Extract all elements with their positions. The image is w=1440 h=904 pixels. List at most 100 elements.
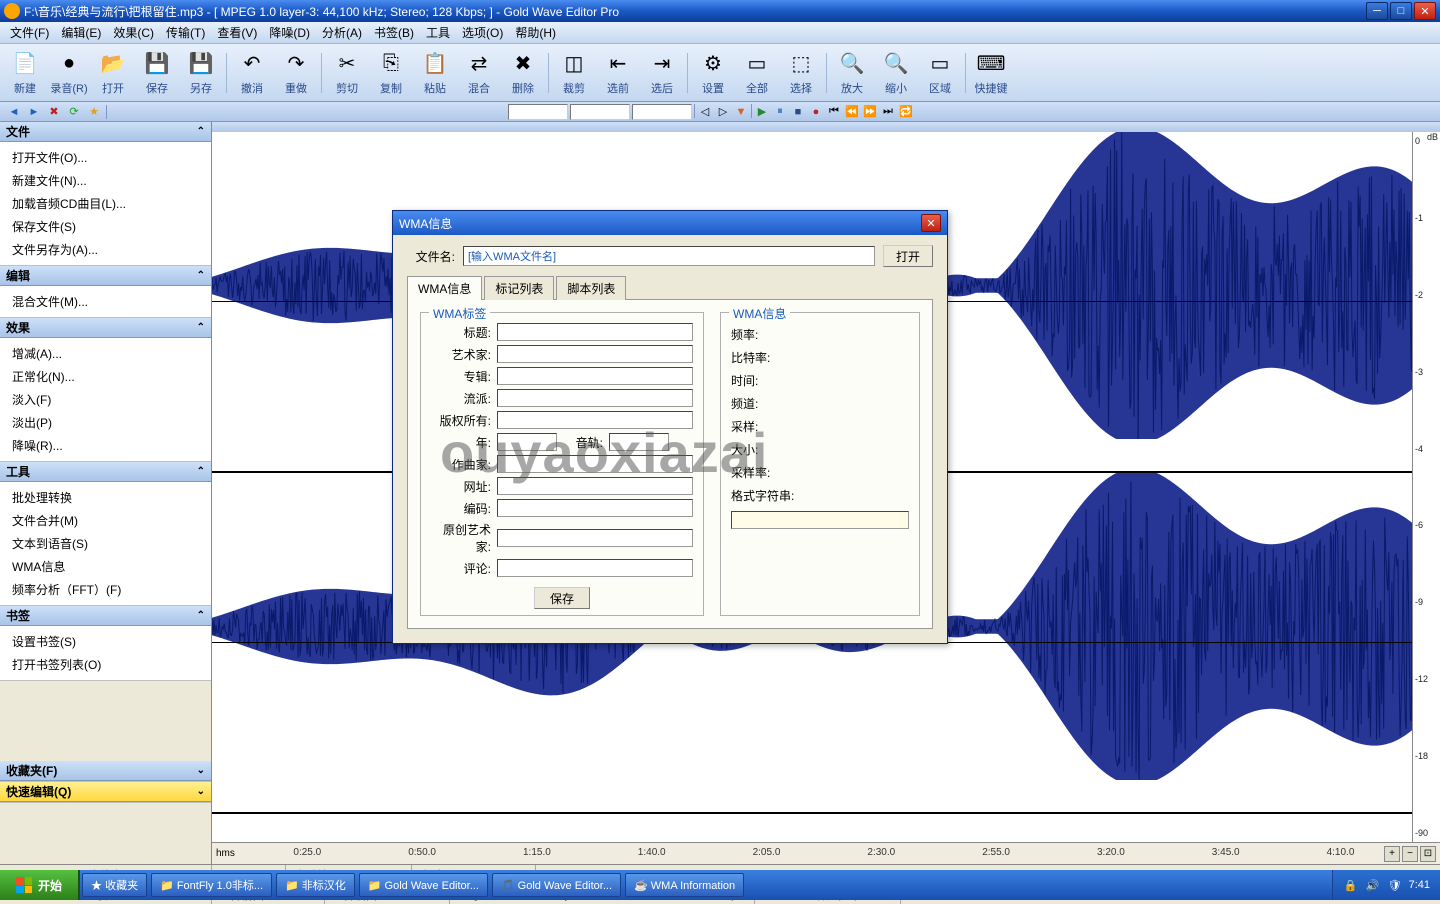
sidebar-item[interactable]: 文件合并(M) [0, 509, 211, 532]
copyright-input[interactable] [497, 411, 693, 429]
toolbar-全部[interactable]: ▭全部 [736, 46, 778, 100]
taskbar-item[interactable]: ☕ WMA Information [625, 873, 744, 897]
toolbar-放大[interactable]: 🔍放大 [831, 46, 873, 100]
maximize-button[interactable]: □ [1390, 2, 1412, 20]
composer-input[interactable] [497, 455, 693, 473]
toolbar-剪切[interactable]: ✂剪切 [326, 46, 368, 100]
toolbar-选后[interactable]: ⇥选后 [641, 46, 683, 100]
mark-set-icon[interactable]: ▼ [733, 104, 749, 120]
save-button[interactable]: 保存 [534, 587, 590, 609]
minimize-button[interactable]: ─ [1366, 2, 1388, 20]
tab-wma-info[interactable]: WMA信息 [407, 276, 482, 300]
taskbar-item[interactable]: ★ 收藏夹 [82, 873, 147, 897]
chevron-icon[interactable]: ⌃ [197, 322, 205, 333]
toolbar-裁剪[interactable]: ◫裁剪 [553, 46, 595, 100]
menu-analyze[interactable]: 分析(A) [316, 22, 368, 43]
sidebar-item[interactable]: 淡入(F) [0, 388, 211, 411]
chevron-icon[interactable]: ⌃ [197, 466, 205, 477]
zoom-out-icon[interactable]: − [1402, 846, 1418, 862]
sidebar-item[interactable]: 正常化(N)... [0, 365, 211, 388]
sidebar-item[interactable]: 打开书签列表(O) [0, 653, 211, 676]
sidebar-item[interactable]: 打开文件(O)... [0, 146, 211, 169]
nav-fav-icon[interactable]: ★ [86, 104, 102, 120]
menu-bookmarks[interactable]: 书签(B) [368, 22, 420, 43]
origartist-input[interactable] [497, 529, 693, 547]
sidebar-item[interactable]: WMA信息 [0, 555, 211, 578]
mark-right-icon[interactable]: ▷ [715, 104, 731, 120]
nav-stop-icon[interactable]: ✖ [46, 104, 62, 120]
sidebar-item[interactable]: 文件另存为(A)... [0, 238, 211, 261]
toolbar-录音(R)[interactable]: ●录音(R) [48, 46, 90, 100]
forward-icon[interactable]: ⏩ [862, 104, 878, 120]
genre-input[interactable] [497, 389, 693, 407]
panel-tools-header[interactable]: 工具⌃ [0, 462, 211, 482]
panel-favorites-header[interactable]: 收藏夹(F)⌄ [0, 761, 211, 781]
panel-bookmarks-header[interactable]: 书签⌃ [0, 606, 211, 626]
chevron-icon[interactable]: ⌃ [197, 610, 205, 621]
toolbar-重做[interactable]: ↷重做 [275, 46, 317, 100]
menu-edit[interactable]: 编辑(E) [55, 22, 107, 43]
album-input[interactable] [497, 367, 693, 385]
artist-input[interactable] [497, 345, 693, 363]
toolbar-删除[interactable]: ✖删除 [502, 46, 544, 100]
sidebar-item[interactable]: 频率分析（FFT）(F) [0, 578, 211, 601]
rewind-icon[interactable]: ⏪ [844, 104, 860, 120]
toolbar-打开[interactable]: 📂打开 [92, 46, 134, 100]
comment-input[interactable] [497, 559, 693, 577]
chevron-icon[interactable]: ⌃ [197, 270, 205, 281]
nav-back-icon[interactable]: ◄ [6, 104, 22, 120]
title-input[interactable] [497, 323, 693, 341]
menu-view[interactable]: 查看(V) [211, 22, 263, 43]
panel-edit-header[interactable]: 编辑⌃ [0, 266, 211, 286]
timeline[interactable]: hms 0:25.00:50.01:15.01:40.02:05.02:30.0… [212, 842, 1440, 864]
year-input[interactable] [497, 433, 557, 451]
pos-input-3[interactable] [632, 104, 692, 120]
pause-icon[interactable]: ⏸ [772, 104, 788, 120]
toolbar-区域[interactable]: ▭区域 [919, 46, 961, 100]
toolbar-粘贴[interactable]: 📋粘贴 [414, 46, 456, 100]
sidebar-item[interactable]: 降噪(R)... [0, 434, 211, 457]
pos-input-2[interactable] [570, 104, 630, 120]
toolbar-新建[interactable]: 📄新建 [4, 46, 46, 100]
mark-left-icon[interactable]: ◁ [697, 104, 713, 120]
filename-input[interactable] [463, 246, 875, 266]
menu-help[interactable]: 帮助(H) [509, 22, 562, 43]
tab-marker-list[interactable]: 标记列表 [484, 276, 554, 300]
pos-input-1[interactable] [508, 104, 568, 120]
begin-icon[interactable]: ⏮ [826, 104, 842, 120]
panel-file-header[interactable]: 文件⌃ [0, 122, 211, 142]
taskbar-item[interactable]: 🎵 Gold Wave Editor... [492, 873, 621, 897]
sidebar-item[interactable]: 保存文件(S) [0, 215, 211, 238]
menu-noise[interactable]: 降噪(D) [263, 22, 316, 43]
play-icon[interactable]: ▶ [754, 104, 770, 120]
stop-icon[interactable]: ■ [790, 104, 806, 120]
toolbar-缩小[interactable]: 🔍缩小 [875, 46, 917, 100]
sidebar-item[interactable]: 加载音频CD曲目(L)... [0, 192, 211, 215]
track-input[interactable] [609, 433, 669, 451]
menu-effects[interactable]: 效果(C) [107, 22, 160, 43]
start-button[interactable]: 开始 [0, 870, 80, 900]
dialog-titlebar[interactable]: WMA信息 ✕ [393, 211, 947, 235]
chevron-icon[interactable]: ⌄ [197, 786, 205, 797]
rec-icon[interactable]: ● [808, 104, 824, 120]
close-button[interactable]: ✕ [1414, 2, 1436, 20]
nav-fwd-icon[interactable]: ► [26, 104, 42, 120]
toolbar-另存[interactable]: 💾另存 [180, 46, 222, 100]
taskbar-item[interactable]: 📁 FontFly 1.0非标... [151, 873, 272, 897]
taskbar-item[interactable]: 📁 Gold Wave Editor... [359, 873, 488, 897]
toolbar-快捷键[interactable]: ⌨快捷键 [970, 46, 1012, 100]
tab-script-list[interactable]: 脚本列表 [556, 276, 626, 300]
encoder-input[interactable] [497, 499, 693, 517]
menu-options[interactable]: 选项(O) [456, 22, 509, 43]
zoom-in-icon[interactable]: + [1384, 846, 1400, 862]
menu-tools[interactable]: 工具 [420, 22, 456, 43]
toolbar-选择[interactable]: ⬚选择 [780, 46, 822, 100]
sidebar-item[interactable]: 混合文件(M)... [0, 290, 211, 313]
toolbar-保存[interactable]: 💾保存 [136, 46, 178, 100]
menu-file[interactable]: 文件(F) [4, 22, 55, 43]
panel-quickedit-header[interactable]: 快速编辑(Q)⌄ [0, 782, 211, 802]
tray-icon[interactable]: 🔒 [1343, 877, 1359, 893]
loop-icon[interactable]: 🔁 [898, 104, 914, 120]
zoom-fit-icon[interactable]: ⊡ [1420, 846, 1436, 862]
system-tray[interactable]: 🔒 🔊 🛡 7:41 [1332, 870, 1440, 900]
